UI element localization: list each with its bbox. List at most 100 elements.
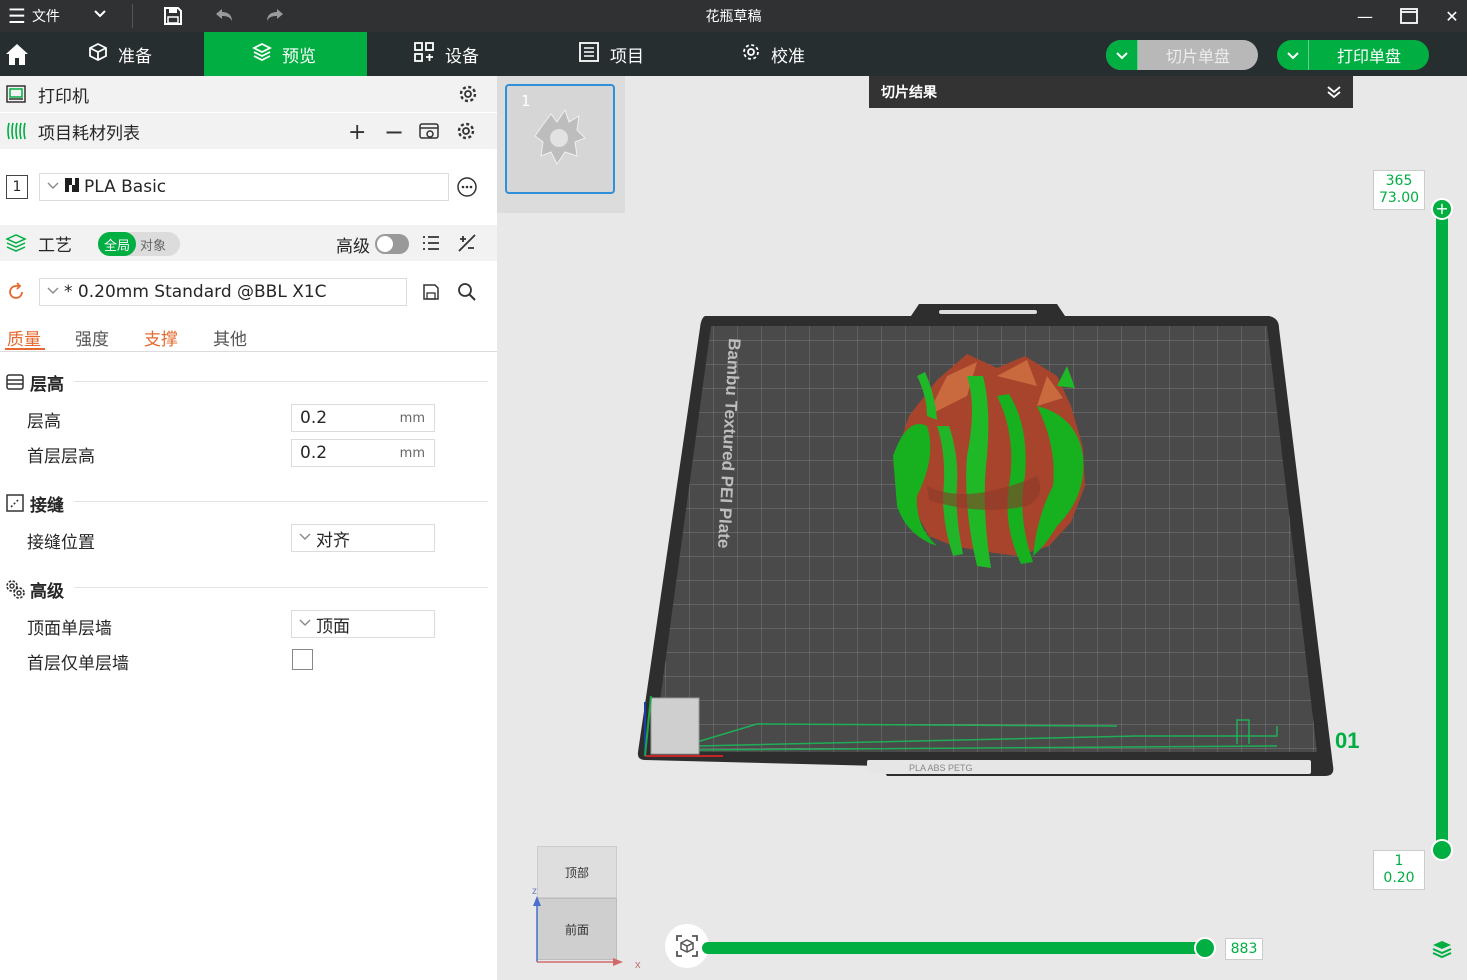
filament-list-label: 项目耗材列表	[38, 123, 140, 144]
search-icon[interactable]	[457, 282, 477, 302]
layer-top-number: 365	[1385, 173, 1413, 189]
tab-calibration-label: 校准	[771, 46, 805, 67]
chevron-down-icon[interactable]	[1277, 40, 1309, 70]
view-axis-gizmo: z x	[532, 888, 641, 968]
settings-panel: 打印机 项目耗材列表 + − 1 PLA Basic 工艺 全局 对象 高级 *…	[0, 76, 497, 980]
tab-other[interactable]: 其他	[213, 325, 247, 350]
printer-settings-icon[interactable]	[458, 84, 478, 104]
camera-icon	[676, 935, 698, 957]
tab-device[interactable]: 设备	[413, 32, 503, 76]
first-layer-height-input[interactable]: 0.2 mm	[291, 439, 435, 467]
home-icon[interactable]	[4, 41, 30, 67]
list-icon	[578, 41, 600, 68]
remove-icon[interactable]: −	[384, 118, 404, 146]
first-layer-height-value: 0.2	[300, 443, 328, 463]
compare-icon[interactable]	[457, 233, 477, 253]
reset-icon[interactable]	[6, 282, 26, 302]
origin-block	[650, 697, 700, 755]
divider	[74, 501, 488, 502]
print-plate-button[interactable]: 打印单盘	[1277, 40, 1429, 70]
process-section-header: 工艺 全局 对象 高级	[0, 225, 497, 261]
maximize-icon[interactable]	[1394, 2, 1424, 30]
device-icon	[413, 41, 435, 68]
slice-plate-label: 切片单盘	[1165, 47, 1230, 66]
layers-toggle-icon[interactable]	[1431, 938, 1453, 960]
top-surface-wall-select[interactable]: 顶面	[291, 610, 435, 638]
close-icon[interactable]: ✕	[1437, 2, 1467, 30]
seam-icon	[5, 493, 25, 513]
sync-filament-icon[interactable]	[418, 121, 440, 141]
top-surface-wall-label: 顶面单层墙	[27, 619, 112, 639]
plate-strip-text: PLA ABS PETG	[909, 763, 973, 773]
layer-height-icon	[5, 372, 25, 392]
group-title-layer: 层高	[30, 375, 64, 395]
top-surface-wall-value: 顶面	[316, 616, 350, 637]
layers-icon	[251, 42, 273, 67]
save-preset-icon[interactable]	[421, 282, 441, 302]
first-layer-single-wall-label: 首层仅单层墙	[27, 654, 129, 674]
tab-quality[interactable]: 质量	[7, 325, 41, 350]
layer-range-slider[interactable]	[1436, 208, 1448, 852]
divider	[74, 587, 488, 588]
tab-support[interactable]: 支撑	[144, 325, 178, 350]
add-icon[interactable]: +	[348, 120, 366, 145]
advanced-gears-icon	[4, 578, 26, 600]
move-slider-handle[interactable]	[1194, 937, 1216, 959]
chevron-down-icon[interactable]	[1106, 40, 1138, 70]
window-title: 花瓶草稿	[705, 9, 762, 25]
sliced-model-preview	[893, 354, 1085, 568]
filament-color-swatch	[64, 177, 80, 198]
layer-height-value: 0.2	[300, 408, 328, 428]
chevron-down-icon	[298, 528, 312, 548]
layer-top-label: 365 73.00	[1373, 170, 1425, 210]
cube-icon	[88, 42, 108, 67]
filament-slot-number[interactable]: 1	[6, 175, 28, 199]
global-object-toggle[interactable]: 全局 对象	[98, 232, 180, 256]
tab-device-label: 设备	[445, 46, 479, 67]
3d-viewport[interactable]: 1 切片结果 Bambu Textured PEI Plate 01 PLA A…	[497, 76, 1467, 980]
move-slider[interactable]	[702, 942, 1210, 954]
first-layer-single-wall-checkbox[interactable]	[292, 649, 313, 670]
toggle-global[interactable]: 全局	[98, 232, 137, 256]
tab-prepare[interactable]: 准备	[88, 32, 204, 76]
unit-label: mm	[399, 445, 425, 461]
tab-preview[interactable]: 预览	[204, 32, 367, 76]
unit-label: mm	[399, 410, 425, 426]
layer-height-label: 层高	[27, 412, 61, 432]
divider	[74, 381, 488, 382]
title-bar: ☰ 文件 花瓶草稿 — ✕	[0, 0, 1467, 32]
layer-bottom-height: 0.20	[1383, 870, 1415, 886]
z-axis-label: z	[532, 888, 537, 897]
process-preset-select[interactable]: * 0.20mm Standard @BBL X1C	[39, 278, 407, 306]
chevron-down-icon	[46, 282, 60, 302]
more-options-icon[interactable]	[456, 176, 478, 198]
filament-settings-icon[interactable]	[456, 121, 476, 141]
advanced-toggle[interactable]	[375, 234, 409, 254]
print-plate-label: 打印单盘	[1336, 47, 1401, 66]
layer-bottom-number: 1	[1394, 853, 1404, 869]
layer-top-handle[interactable]: +	[1431, 198, 1453, 220]
process-label: 工艺	[38, 235, 72, 256]
minimize-icon[interactable]: —	[1350, 2, 1380, 30]
chevron-down-icon	[298, 614, 312, 634]
tab-strength[interactable]: 强度	[75, 325, 109, 350]
group-title-advanced: 高级	[30, 582, 64, 602]
slice-plate-button[interactable]: 切片单盘	[1106, 40, 1258, 70]
list-view-icon[interactable]	[421, 233, 441, 253]
toggle-object[interactable]: 对象	[136, 235, 166, 254]
printer-section-header: 打印机	[0, 76, 497, 112]
printer-icon	[5, 83, 27, 105]
filament-icon	[6, 121, 28, 141]
layer-bottom-label: 1 0.20	[1373, 850, 1425, 890]
filament-select[interactable]: PLA Basic	[39, 173, 449, 201]
tab-calibration[interactable]: 校准	[741, 32, 831, 76]
tab-preview-label: 预览	[282, 46, 316, 67]
layer-bottom-handle[interactable]	[1431, 839, 1453, 861]
seam-position-select[interactable]: 对齐	[291, 524, 435, 552]
move-value-label: 883	[1225, 938, 1263, 960]
x-axis-label: x	[635, 959, 641, 968]
layer-height-input[interactable]: 0.2 mm	[291, 404, 435, 432]
gear-icon	[741, 42, 761, 67]
tab-project[interactable]: 项目	[578, 32, 668, 76]
seam-position-label: 接缝位置	[27, 533, 95, 553]
